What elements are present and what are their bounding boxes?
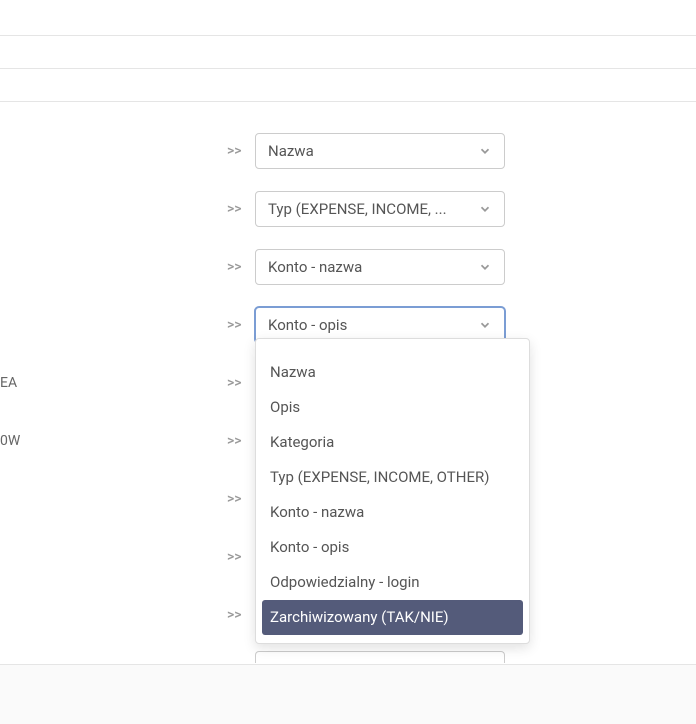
field-select-dropdown: Nazwa Opis Kategoria Typ (EXPENSE, INCOM… bbox=[255, 338, 530, 644]
dropdown-option[interactable]: Kategoria bbox=[256, 425, 529, 460]
bottom-panel bbox=[0, 664, 696, 724]
chevron-down-icon bbox=[476, 316, 494, 334]
divider bbox=[0, 35, 696, 36]
field-select[interactable]: Typ (EXPENSE, INCOME, ... bbox=[255, 191, 505, 227]
indicator: >> bbox=[227, 201, 242, 217]
indicator: >> bbox=[227, 549, 242, 565]
indicator: >> bbox=[227, 143, 242, 159]
mapping-row: >> Konto - nazwa bbox=[0, 238, 696, 296]
chevron-down-icon bbox=[476, 142, 494, 160]
indicator: >> bbox=[227, 491, 242, 507]
select-value: Konto - nazwa bbox=[268, 258, 472, 276]
divider bbox=[0, 68, 696, 69]
mapping-form: >> Nazwa >> Typ (EXPENSE, INCOME, ... >>… bbox=[0, 122, 696, 644]
indicator: >> bbox=[227, 259, 242, 275]
field-select-partial[interactable] bbox=[255, 651, 505, 663]
mapping-row: >> Nazwa bbox=[0, 122, 696, 180]
select-value: Typ (EXPENSE, INCOME, ... bbox=[268, 200, 472, 218]
field-select[interactable]: Konto - nazwa bbox=[255, 249, 505, 285]
mapping-row: >> Typ (EXPENSE, INCOME, ... bbox=[0, 180, 696, 238]
indicator: >> bbox=[227, 607, 242, 623]
indicator: >> bbox=[227, 375, 242, 391]
dropdown-option[interactable]: Zarchiwizowany (TAK/NIE) bbox=[262, 600, 523, 635]
select-value: Nazwa bbox=[268, 142, 472, 160]
select-value: Konto - opis bbox=[268, 316, 472, 334]
dropdown-option[interactable]: Konto - nazwa bbox=[256, 495, 529, 530]
chevron-down-icon bbox=[476, 200, 494, 218]
divider bbox=[0, 101, 696, 102]
indicator: >> bbox=[227, 317, 242, 333]
dropdown-option[interactable]: Konto - opis bbox=[256, 530, 529, 565]
dropdown-option[interactable]: Opis bbox=[256, 390, 529, 425]
dropdown-option[interactable]: Nazwa bbox=[256, 355, 529, 390]
chevron-down-icon bbox=[476, 258, 494, 276]
indicator: >> bbox=[227, 433, 242, 449]
dropdown-option[interactable]: Odpowiedzialny - login bbox=[256, 565, 529, 600]
dropdown-option[interactable]: Typ (EXPENSE, INCOME, OTHER) bbox=[256, 460, 529, 495]
source-column-label: 0W bbox=[0, 433, 20, 449]
source-column-label: EA bbox=[0, 375, 17, 391]
dropdown-options-list: Nazwa Opis Kategoria Typ (EXPENSE, INCOM… bbox=[256, 347, 529, 635]
field-select[interactable]: Nazwa bbox=[255, 133, 505, 169]
